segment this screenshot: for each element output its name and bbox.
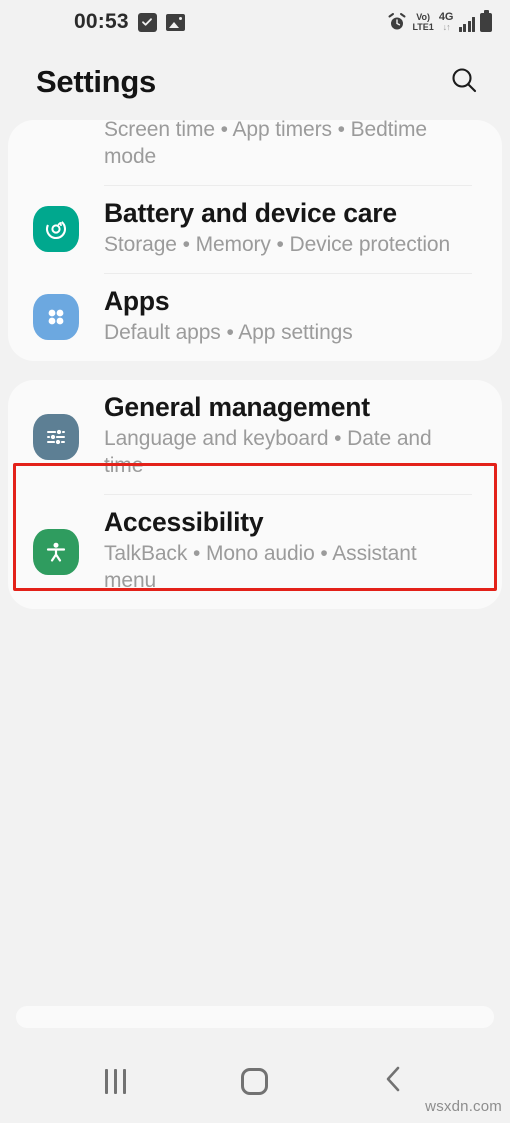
next-card-peek: [0, 1006, 510, 1028]
network-type-indicator: 4G ↓↑: [439, 12, 454, 32]
device-care-icon: [33, 206, 79, 253]
settings-row-subtitle: Screen time • App timers • Bedtime mode: [104, 120, 427, 168]
checkbox-icon: [137, 12, 157, 32]
volte-line-1: Vo): [416, 12, 431, 22]
settings-row-title: Accessibility: [104, 507, 264, 538]
settings-row-apps[interactable]: Apps Default apps • App settings: [8, 274, 502, 361]
alarm-clock-icon: [387, 12, 407, 32]
home-icon: [241, 1067, 269, 1095]
battery-full-icon: [480, 10, 492, 32]
volte-line-2: LTE1: [412, 22, 434, 32]
sliders-icon: [33, 414, 79, 461]
search-button[interactable]: [444, 62, 484, 102]
status-bar-left: 00:53: [74, 10, 185, 34]
recents-button[interactable]: [81, 1053, 151, 1109]
settings-row-battery-and-device-care[interactable]: Battery and device care Storage • Memory…: [8, 186, 502, 273]
settings-row-subtitle: TalkBack • Mono audio • Assistant menu: [104, 542, 417, 593]
volte-indicator: Vo) LTE1: [412, 13, 433, 32]
watermark: wsxdn.com: [425, 1098, 502, 1115]
search-icon: [449, 65, 479, 100]
card-separator: [0, 361, 510, 380]
settings-row-subtitle: Language and keyboard • Date and time: [104, 427, 432, 478]
back-icon: [381, 1064, 407, 1099]
apps-grid-icon: [33, 294, 79, 341]
settings-row-title: General management: [104, 392, 370, 423]
settings-list[interactable]: Screen time • App timers • Bedtime mode: [0, 120, 510, 610]
settings-row-subtitle: Storage • Memory • Device protection: [104, 233, 451, 257]
settings-row-accessibility[interactable]: Accessibility TalkBack • Mono audio • As…: [8, 495, 502, 609]
back-button[interactable]: [359, 1053, 429, 1109]
settings-row-subtitle: Default apps • App settings: [104, 321, 353, 345]
settings-card-2: General management Language and keyboard…: [8, 380, 502, 610]
status-clock: 00:53: [74, 10, 129, 33]
status-bar-right: Vo) LTE1 4G ↓↑: [387, 10, 492, 32]
settings-card-1: Screen time • App timers • Bedtime mode: [8, 120, 502, 362]
settings-row-digital-wellbeing[interactable]: Screen time • App timers • Bedtime mode: [8, 120, 502, 185]
settings-row-general-management[interactable]: General management Language and keyboard…: [8, 380, 502, 494]
accessibility-person-icon: [33, 529, 79, 576]
home-button[interactable]: [220, 1053, 290, 1109]
settings-row-title: Battery and device care: [104, 197, 397, 228]
status-bar: 00:53 Vo) LTE1 4G ↓↑: [0, 0, 510, 44]
data-transfer-arrows-icon: ↓↑: [442, 22, 451, 32]
settings-row-title: Apps: [104, 285, 170, 316]
app-header: Settings: [0, 44, 510, 120]
signal-bars-icon: [458, 16, 475, 32]
page-title: Settings: [36, 64, 156, 99]
image-icon: [165, 13, 185, 31]
recents-icon: [105, 1068, 127, 1094]
